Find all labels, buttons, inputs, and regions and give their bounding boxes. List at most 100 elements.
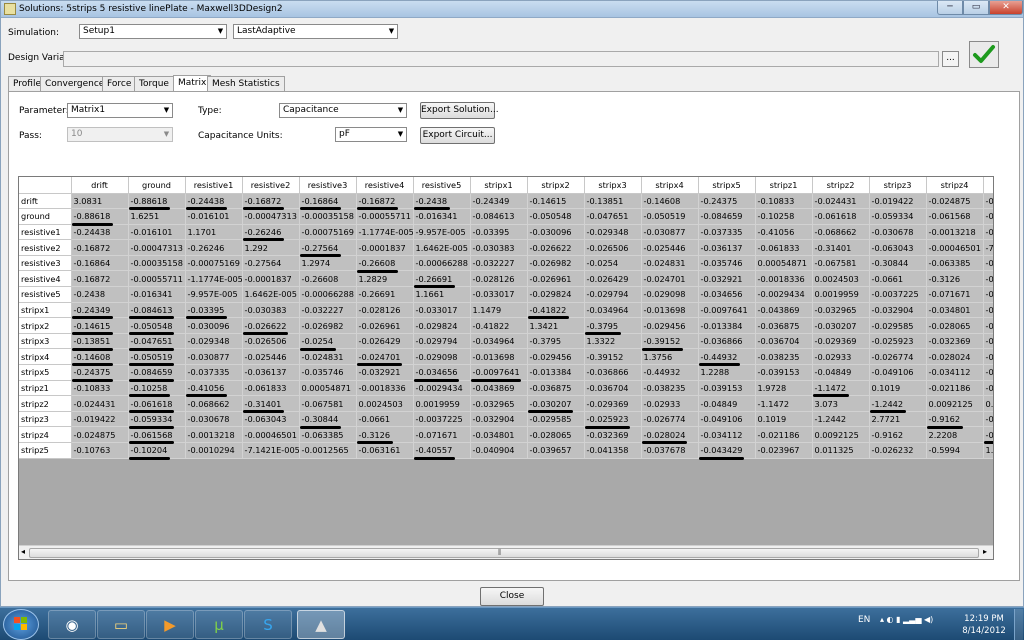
column-header[interactable]: stripx4 <box>641 177 699 194</box>
row-header[interactable]: resistive4 <box>19 270 72 288</box>
column-header[interactable]: resistive4 <box>356 177 414 194</box>
matrix-cell[interactable]: -0.028024 <box>926 348 984 366</box>
matrix-cell[interactable]: -0.31401 <box>242 395 300 412</box>
chevron-down-icon[interactable]: ▼ <box>395 128 406 141</box>
matrix-cell[interactable]: -0.032227 <box>299 302 357 319</box>
matrix-cell[interactable]: -0.036866 <box>698 333 756 350</box>
matrix-cell[interactable]: -0.24375 <box>698 193 756 210</box>
title-bar[interactable]: Solutions: 5strips 5 resistive linePlate… <box>1 1 1023 18</box>
matrix-cell[interactable]: -0.030877 <box>185 348 243 366</box>
row-header[interactable]: stripz4 <box>19 426 72 443</box>
maxwell-icon[interactable]: ▲ <box>297 610 345 639</box>
matrix-cell[interactable]: -0.029585 <box>869 317 927 334</box>
matrix-cell[interactable]: -0.061618 <box>812 208 870 225</box>
matrix-cell[interactable]: -0.029456 <box>527 348 585 366</box>
row-header[interactable]: stripz2 <box>19 395 72 412</box>
matrix-cell[interactable]: -0.030678 <box>869 224 927 241</box>
matrix-cell[interactable]: -0.032904 <box>869 302 927 319</box>
matrix-cell[interactable]: -0.0661 <box>356 411 414 428</box>
tab-force[interactable]: Force <box>102 76 137 92</box>
matrix-cell[interactable]: -0.0013218 <box>926 224 984 241</box>
row-header[interactable]: resistive2 <box>19 239 72 256</box>
matrix-cell[interactable]: 0.0092125 <box>812 426 870 443</box>
export-solution-button[interactable]: Export Solution... <box>420 102 499 119</box>
column-header[interactable]: stripx1 <box>470 177 528 194</box>
column-header[interactable]: resistive2 <box>242 177 300 194</box>
matrix-cell[interactable]: -0.44932 <box>641 364 699 381</box>
matrix-cell[interactable]: -0.13851 <box>584 193 642 210</box>
matrix-cell[interactable]: -0.063043 <box>242 411 300 428</box>
matrix-cell[interactable]: -0.032921 <box>698 270 756 288</box>
matrix-cell[interactable]: -0.071671 <box>413 426 471 443</box>
matrix-cell[interactable]: 1.6462E-005 <box>242 286 300 303</box>
matrix-cell[interactable]: 1.5221 <box>983 442 993 459</box>
matrix-cell[interactable]: -0.068662 <box>812 224 870 241</box>
matrix-cell[interactable]: -0.036137 <box>242 364 300 381</box>
matrix-cell[interactable]: -0.041358 <box>983 333 993 350</box>
matrix-cell[interactable]: -0.019422 <box>869 193 927 210</box>
matrix-cell[interactable]: 1.292 <box>242 239 300 256</box>
language-indicator[interactable]: EN <box>858 615 870 625</box>
matrix-cell[interactable]: -7.1421E-005 <box>983 239 993 256</box>
matrix-cell[interactable]: -0.039657 <box>527 442 585 459</box>
matrix-cell[interactable]: -0.059334 <box>128 411 186 428</box>
column-header[interactable]: drift <box>71 177 129 194</box>
matrix-cell[interactable]: -0.0029434 <box>755 286 813 303</box>
row-header[interactable]: stripz1 <box>19 380 72 397</box>
matrix-cell[interactable]: -0.034656 <box>413 364 471 381</box>
matrix-cell[interactable]: -0.39152 <box>584 348 642 366</box>
matrix-cell[interactable]: -0.023967 <box>755 442 813 459</box>
start-button[interactable] <box>3 609 39 640</box>
chrome-icon[interactable]: ◉ <box>48 610 96 639</box>
matrix-cell[interactable]: -0.047651 <box>584 208 642 225</box>
matrix-cell[interactable]: -0.028065 <box>527 426 585 443</box>
matrix-cell[interactable]: -0.063385 <box>299 426 357 443</box>
matrix-cell[interactable]: -0.0001837 <box>356 239 414 256</box>
matrix-cell[interactable]: -0.038235 <box>641 380 699 397</box>
chevron-down-icon[interactable]: ▼ <box>386 25 397 38</box>
matrix-cell[interactable]: -0.049106 <box>698 411 756 428</box>
matrix-cell[interactable]: -0.039657 <box>983 317 993 334</box>
matrix-cell[interactable]: -0.31401 <box>812 239 870 256</box>
matrix-cell[interactable]: 2.2208 <box>926 426 984 443</box>
matrix-cell[interactable]: -0.0037225 <box>869 286 927 303</box>
matrix-cell[interactable]: -1.1472 <box>755 395 813 412</box>
row-header[interactable]: stripx3 <box>19 333 72 350</box>
row-header[interactable]: stripx4 <box>19 348 72 366</box>
matrix-cell[interactable]: -0.084613 <box>470 208 528 225</box>
matrix-cell[interactable]: -0.021186 <box>926 380 984 397</box>
matrix-cell[interactable]: -0.0012565 <box>299 442 357 459</box>
matrix-cell[interactable]: -0.035746 <box>299 364 357 381</box>
matrix-cell[interactable]: -0.10833 <box>71 380 129 397</box>
design-variation-field[interactable] <box>63 51 939 67</box>
matrix-cell[interactable]: -0.00035158 <box>299 208 357 225</box>
matrix-cell[interactable]: -0.036704 <box>584 380 642 397</box>
matrix-cell[interactable]: -0.88618 <box>71 208 129 225</box>
matrix-cell[interactable]: -0.24438 <box>71 224 129 241</box>
matrix-cell[interactable]: -0.00066288 <box>299 286 357 303</box>
matrix-cell[interactable]: -0.037335 <box>698 224 756 241</box>
matrix-cell[interactable]: -0.029794 <box>413 333 471 350</box>
matrix-cell[interactable]: -0.026232 <box>983 411 993 428</box>
matrix-cell[interactable]: -0.026429 <box>584 270 642 288</box>
tab-matrix[interactable]: Matrix <box>173 75 212 92</box>
matrix-cell[interactable]: -0.39152 <box>641 333 699 350</box>
matrix-cell[interactable]: -0.10258 <box>755 208 813 225</box>
matrix-cell[interactable]: -0.026622 <box>527 239 585 256</box>
matrix-cell[interactable]: -0.068662 <box>185 395 243 412</box>
matrix-cell[interactable]: -0.025923 <box>869 333 927 350</box>
matrix-cell[interactable]: -0.032369 <box>584 426 642 443</box>
matrix-cell[interactable]: 1.2288 <box>698 364 756 381</box>
type-select[interactable]: Capacitance ▼ <box>279 103 407 118</box>
matrix-cell[interactable]: -0.27564 <box>242 255 300 272</box>
matrix-cell[interactable]: -0.043869 <box>470 380 528 397</box>
row-header[interactable]: drift <box>19 193 72 210</box>
matrix-cell[interactable]: -0.043869 <box>755 302 813 319</box>
matrix-cell[interactable]: -0.029824 <box>413 317 471 334</box>
matrix-cell[interactable]: -0.00046501 <box>926 239 984 256</box>
matrix-cell[interactable]: -0.30844 <box>869 255 927 272</box>
matrix-cell[interactable]: -0.016341 <box>413 208 471 225</box>
scroll-right-icon[interactable]: ▸ <box>983 547 987 556</box>
matrix-cell[interactable]: -0.0013218 <box>185 426 243 443</box>
matrix-cell[interactable]: -0.00035158 <box>128 255 186 272</box>
